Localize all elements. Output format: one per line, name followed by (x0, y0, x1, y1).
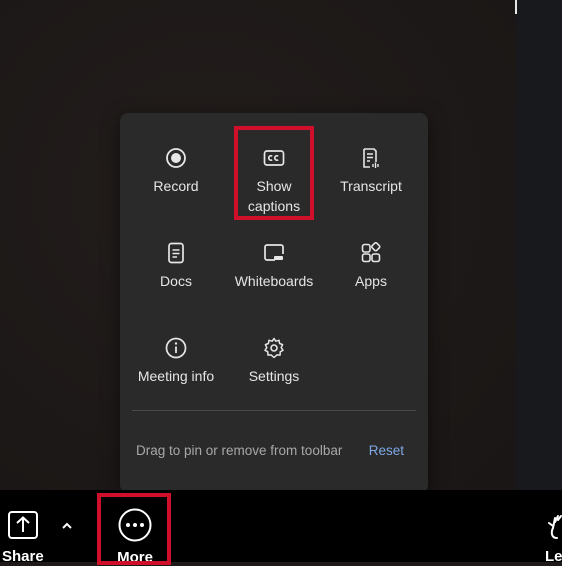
leave-button[interactable]: Le (545, 510, 562, 565)
meeting-toolbar: Share More Le (0, 490, 562, 566)
gear-icon (262, 336, 286, 360)
menu-item-label: Transcript (340, 178, 402, 194)
text-cursor (515, 0, 517, 14)
menu-item-record[interactable]: Record (128, 133, 224, 209)
more-label: More (117, 549, 153, 566)
menu-item-docs[interactable]: Docs (128, 228, 224, 304)
side-panel-edge (516, 0, 562, 490)
share-label: Share (2, 548, 44, 565)
menu-item-label: Record (153, 178, 199, 194)
menu-item-label: Show captions (247, 178, 301, 214)
apps-icon (359, 241, 383, 265)
menu-item-transcript[interactable]: Transcript (323, 133, 419, 209)
menu-item-label: Apps (355, 273, 387, 289)
menu-item-show-captions[interactable]: Show captions (226, 133, 322, 214)
hand-icon (545, 510, 562, 540)
closed-captions-icon (262, 146, 286, 170)
menu-item-settings[interactable]: Settings (226, 323, 322, 399)
menu-divider (132, 410, 416, 411)
whiteboard-icon (262, 241, 286, 265)
more-options-icon (117, 507, 153, 543)
reset-button[interactable]: Reset (369, 443, 404, 458)
more-menu: Record Show captions Transcript Docs Whi… (120, 113, 428, 493)
menu-item-label: Whiteboards (234, 273, 314, 289)
pin-hint-text: Drag to pin or remove from toolbar (136, 443, 343, 458)
record-icon (164, 146, 188, 170)
menu-item-label: Meeting info (137, 368, 215, 384)
menu-item-meeting-info[interactable]: Meeting info (128, 323, 224, 399)
menu-item-apps[interactable]: Apps (323, 228, 419, 304)
share-icon (7, 510, 39, 540)
more-button[interactable]: More (117, 507, 153, 566)
menu-item-label: Docs (160, 273, 192, 289)
menu-item-whiteboards[interactable]: Whiteboards (226, 228, 322, 304)
transcript-icon (359, 146, 383, 170)
share-button[interactable]: Share (2, 510, 44, 565)
menu-item-label: Settings (248, 368, 300, 384)
leave-label: Le (545, 548, 562, 565)
info-icon (164, 336, 188, 360)
share-options-chevron-up-icon[interactable] (60, 518, 74, 529)
docs-icon (164, 241, 188, 265)
